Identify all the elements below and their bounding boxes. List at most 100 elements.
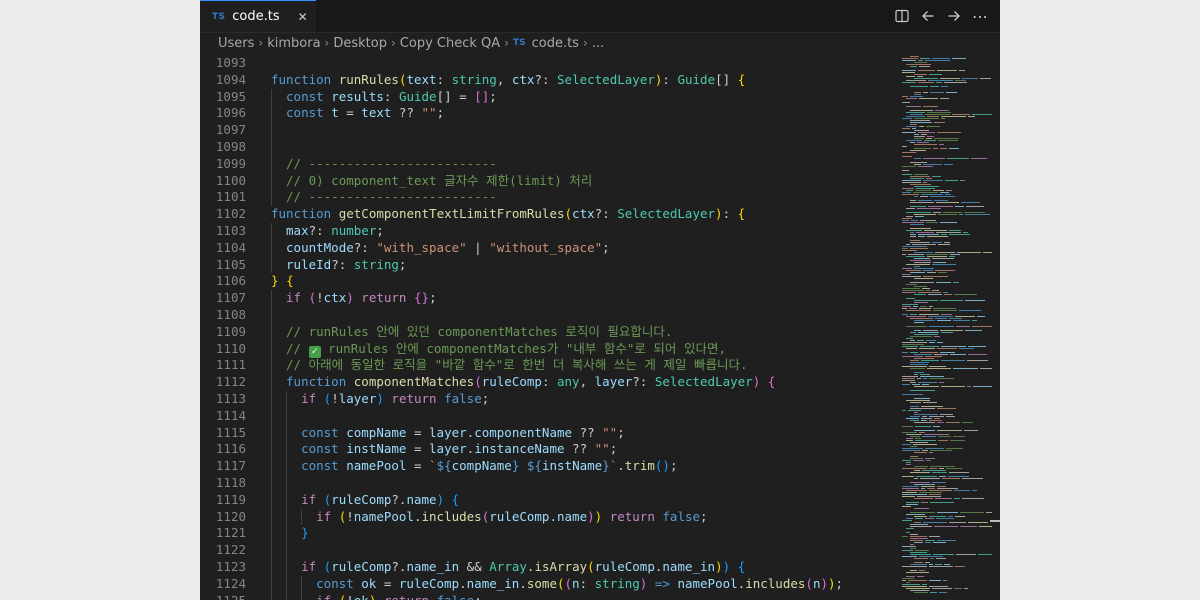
- minimap-code-line: [902, 366, 927, 368]
- code-line[interactable]: 1123 if (ruleComp?.name_in && Array.isArr…: [200, 559, 892, 576]
- code-token: getComponentTextLimitFromRules: [338, 206, 565, 222]
- minimap-code-line: [960, 512, 984, 514]
- minimap-code-line: [925, 458, 935, 460]
- breadcrumb-item-kimbora[interactable]: kimbora: [267, 36, 320, 51]
- vertical-scrollbar[interactable]: [996, 54, 1000, 600]
- minimap-code-line: [914, 138, 924, 140]
- code-line[interactable]: 1115 const compName = layer.componentName…: [200, 424, 892, 442]
- indent-guide: [271, 122, 272, 139]
- code-line[interactable]: 1114: [200, 407, 892, 425]
- minimap-code-line: [921, 360, 939, 362]
- minimap-code-line: [908, 410, 921, 412]
- split-editor-icon[interactable]: [892, 6, 912, 26]
- code-token: ;: [617, 424, 625, 440]
- minimap-code-line: [959, 348, 974, 350]
- code-line[interactable]: 1111 // 아래에 동일한 로직을 "바깥 함수"로 한번 더 복사해 쓰는 …: [200, 357, 892, 375]
- code-line[interactable]: 1110 // ✓ runRules 안에 componentMatches가 "…: [200, 340, 892, 358]
- code-line[interactable]: 1107 if (!ctx) return {};: [200, 290, 892, 307]
- minimap-code-line: [915, 190, 931, 192]
- code-token: :: [541, 374, 557, 390]
- code-line[interactable]: 1109 // runRules 안에 있던 componentMatches 로…: [200, 323, 892, 341]
- breadcrumb-item-copy-check-qa[interactable]: Copy Check QA: [400, 36, 500, 51]
- code-token: (: [587, 559, 595, 574]
- more-actions-icon[interactable]: ⋯: [970, 6, 990, 26]
- code-token: ok: [354, 593, 369, 600]
- minimap-code-line: [919, 98, 938, 100]
- code-line[interactable]: 1099 // -------------------------: [200, 155, 892, 173]
- code-line[interactable]: 1106} {: [200, 273, 892, 290]
- minimap-code-line: [906, 582, 910, 584]
- line-text: // 아래에 동일한 로직을 "바깥 함수"로 한번 더 복사해 쓰는 게 제일…: [286, 357, 747, 374]
- code-line[interactable]: 1096 const t = text ?? "";: [200, 105, 892, 123]
- minimap-code-line: [914, 386, 939, 388]
- code-line[interactable]: 1121}: [200, 525, 892, 543]
- breadcrumb-item-users[interactable]: Users: [218, 36, 254, 51]
- code-line[interactable]: 1095 const results: Guide[] = [];: [200, 88, 892, 106]
- code-line[interactable]: 1103 max?: number;: [200, 223, 892, 240]
- code-line[interactable]: 1094 function runRules(text: string, ctx?…: [200, 72, 892, 89]
- code-token: ??: [391, 105, 422, 121]
- minimap-code-line: [902, 276, 921, 278]
- minimap-code-line: [929, 342, 935, 344]
- code-line[interactable]: 1112 function componentMatches(ruleComp: …: [200, 374, 892, 391]
- indent-guide: [271, 424, 272, 442]
- minimap-code-line: [902, 102, 910, 104]
- arrow-right-icon[interactable]: [944, 6, 964, 26]
- code-token: Guide: [677, 71, 716, 87]
- code-line[interactable]: 1118: [200, 475, 892, 492]
- minimap[interactable]: [892, 54, 996, 600]
- minimap-code-line: [910, 406, 919, 408]
- minimap-code-line: [929, 74, 942, 76]
- tab-code-ts[interactable]: TS code.ts ✕: [200, 0, 316, 32]
- code-line[interactable]: 1122: [200, 542, 892, 559]
- minimap-code-line: [915, 438, 921, 440]
- code-line[interactable]: 1093: [200, 55, 892, 72]
- arrow-left-icon[interactable]: [918, 6, 938, 26]
- minimap-code-line: [920, 352, 938, 354]
- code-token: (: [805, 575, 813, 591]
- minimap-code-line: [980, 368, 992, 370]
- minimap-code-line: [944, 164, 953, 166]
- code-line[interactable]: 1104 countMode?: "with_space" | "without_…: [200, 239, 892, 257]
- minimap-code-line: [949, 234, 970, 236]
- code-line[interactable]: 1102 function getComponentTextLimitFromRu…: [200, 206, 892, 223]
- minimap-code-line: [933, 542, 946, 544]
- minimap-code-line: [941, 360, 965, 362]
- code-token: layer: [429, 424, 467, 440]
- code-line[interactable]: 1125 if (!ok) return false;: [200, 592, 892, 600]
- close-icon[interactable]: ✕: [298, 10, 308, 24]
- code-line[interactable]: 1117 const namePool = `${compName} ${inst…: [200, 458, 892, 475]
- minimap-code-line: [921, 488, 925, 490]
- minimap-code-line: [914, 358, 934, 360]
- breadcrumb-item-desktop[interactable]: Desktop: [333, 36, 387, 51]
- code-token: const: [301, 441, 347, 457]
- breadcrumb-item-file[interactable]: code.ts: [532, 36, 579, 51]
- code-line[interactable]: 1119 if (ruleComp?.name) {: [200, 491, 892, 509]
- minimap-code-line: [902, 376, 918, 378]
- code-token: .: [413, 508, 422, 524]
- code-line[interactable]: 1105 ruleId?: string;: [200, 256, 892, 274]
- breadcrumb-item-symbols[interactable]: ...: [592, 36, 604, 51]
- code-line[interactable]: 1120 if (!namePool.includes(ruleComp.name…: [200, 508, 892, 526]
- code-line[interactable]: 1113 if (!layer) return false;: [200, 391, 892, 408]
- code-area[interactable]: 1093 1094 function runRules(text: string, …: [200, 54, 892, 600]
- chevron-right-icon: ›: [324, 36, 330, 50]
- code-line[interactable]: 1101 // -------------------------: [200, 189, 892, 207]
- code-line[interactable]: 1116 const instName = layer.instanceName …: [200, 441, 892, 459]
- code-token: ruleId: [286, 256, 332, 272]
- code-line[interactable]: 1124 const ok = ruleComp.name_in.some((n:…: [200, 575, 892, 593]
- minimap-code-line: [902, 180, 921, 182]
- code-line[interactable]: 1097: [200, 122, 892, 139]
- minimap-code-line: [914, 134, 919, 136]
- code-token: runRules 안에 componentMatches가 "내부 함수"로 되…: [320, 340, 726, 356]
- code-line[interactable]: 1108: [200, 307, 892, 324]
- code-token: ;: [669, 458, 678, 474]
- minimap-code-line: [902, 450, 920, 452]
- indent-guide: [271, 491, 272, 509]
- code-line[interactable]: 1100 // 0) component_text 글자수 제한(limit) 처…: [200, 172, 892, 190]
- minimap-code-line: [925, 356, 942, 358]
- code-line[interactable]: 1098: [200, 139, 892, 156]
- minimap-code-line: [937, 430, 962, 432]
- code-editor[interactable]: TS code.ts ✕ ⋯ Users › kimbora › Desktop…: [200, 0, 1000, 600]
- minimap-code-line: [940, 414, 953, 416]
